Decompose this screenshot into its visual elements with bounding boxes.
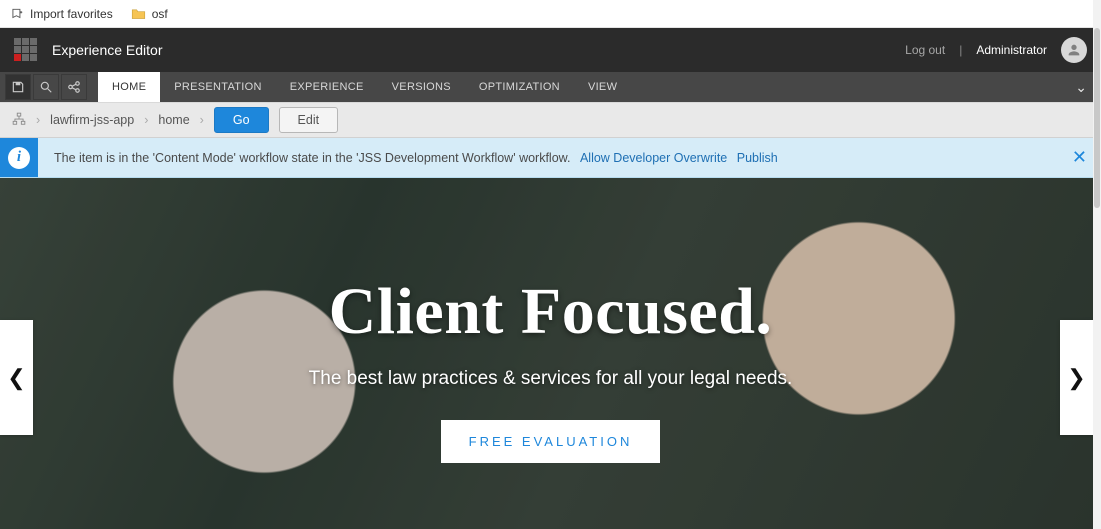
tab-presentation[interactable]: PRESENTATION bbox=[160, 72, 276, 102]
chevron-right-icon: ❯ bbox=[1067, 365, 1085, 391]
app-title: Experience Editor bbox=[52, 42, 905, 58]
publish-link[interactable]: Publish bbox=[737, 151, 778, 165]
tab-optimization[interactable]: OPTIMIZATION bbox=[465, 72, 574, 102]
slider-next-button[interactable]: ❯ bbox=[1060, 320, 1093, 435]
breadcrumb-sep: › bbox=[36, 113, 40, 127]
scrollbar-thumb[interactable] bbox=[1094, 28, 1100, 208]
allow-overwrite-link[interactable]: Allow Developer Overwrite bbox=[580, 151, 727, 165]
bookmark-folder-label: osf bbox=[152, 7, 168, 21]
components-button[interactable] bbox=[61, 74, 87, 100]
hero-title[interactable]: Client Focused. bbox=[329, 274, 773, 350]
workflow-message-text: The item is in the 'Content Mode' workfl… bbox=[54, 151, 570, 165]
breadcrumb-bar: › lawfirm-jss-app › home › Go Edit bbox=[0, 102, 1101, 138]
info-icon-wrap: i bbox=[0, 138, 38, 177]
edit-button[interactable]: Edit bbox=[279, 107, 339, 133]
tab-view[interactable]: VIEW bbox=[574, 72, 631, 102]
hero-slider: Client Focused. The best law practices &… bbox=[0, 178, 1101, 529]
message-close-button[interactable]: ✕ bbox=[1072, 138, 1087, 177]
workflow-message-bar: i The item is in the 'Content Mode' work… bbox=[0, 138, 1101, 178]
avatar[interactable] bbox=[1061, 37, 1087, 63]
breadcrumb-item-home[interactable]: home bbox=[158, 113, 189, 127]
tab-home[interactable]: HOME bbox=[98, 72, 160, 102]
ribbon-tabs-row: HOME PRESENTATION EXPERIENCE VERSIONS OP… bbox=[0, 72, 1101, 102]
divider: | bbox=[959, 43, 962, 57]
folder-icon bbox=[131, 7, 146, 20]
search-icon bbox=[39, 80, 53, 94]
sitecore-logo-icon[interactable] bbox=[14, 38, 38, 62]
bookmark-folder-osf[interactable]: osf bbox=[131, 7, 168, 21]
search-button[interactable] bbox=[33, 74, 59, 100]
user-icon bbox=[1066, 42, 1082, 58]
close-icon: ✕ bbox=[1072, 147, 1087, 168]
save-icon bbox=[11, 80, 25, 94]
ribbon-tabs: HOME PRESENTATION EXPERIENCE VERSIONS OP… bbox=[98, 72, 631, 102]
go-button[interactable]: Go bbox=[214, 107, 269, 133]
scrollbar[interactable] bbox=[1093, 0, 1101, 529]
hero-cta-button[interactable]: FREE EVALUATION bbox=[441, 420, 661, 463]
link-icon bbox=[67, 80, 81, 94]
chevron-down-icon: ⌄ bbox=[1075, 79, 1087, 96]
ribbon-collapse-toggle[interactable]: ⌄ bbox=[1075, 72, 1087, 102]
breadcrumb-sep: › bbox=[200, 113, 204, 127]
save-button[interactable] bbox=[5, 74, 31, 100]
breadcrumb-item-app[interactable]: lawfirm-jss-app bbox=[50, 113, 134, 127]
import-favorites-icon bbox=[10, 7, 24, 21]
breadcrumb-sep: › bbox=[144, 113, 148, 127]
import-favorites-item[interactable]: Import favorites bbox=[10, 7, 113, 21]
bookmarks-bar: Import favorites osf bbox=[0, 0, 1101, 28]
info-icon: i bbox=[8, 147, 30, 169]
sitemap-icon[interactable] bbox=[12, 112, 26, 129]
tab-versions[interactable]: VERSIONS bbox=[378, 72, 465, 102]
logout-link[interactable]: Log out bbox=[905, 43, 945, 57]
ribbon-header: Experience Editor Log out | Administrato… bbox=[0, 28, 1101, 72]
import-favorites-label: Import favorites bbox=[30, 7, 113, 21]
user-name-link[interactable]: Administrator bbox=[976, 43, 1047, 57]
tab-experience[interactable]: EXPERIENCE bbox=[276, 72, 378, 102]
hero-subtitle[interactable]: The best law practices & services for al… bbox=[309, 368, 793, 390]
slider-prev-button[interactable]: ❮ bbox=[0, 320, 33, 435]
chevron-left-icon: ❮ bbox=[7, 365, 25, 391]
